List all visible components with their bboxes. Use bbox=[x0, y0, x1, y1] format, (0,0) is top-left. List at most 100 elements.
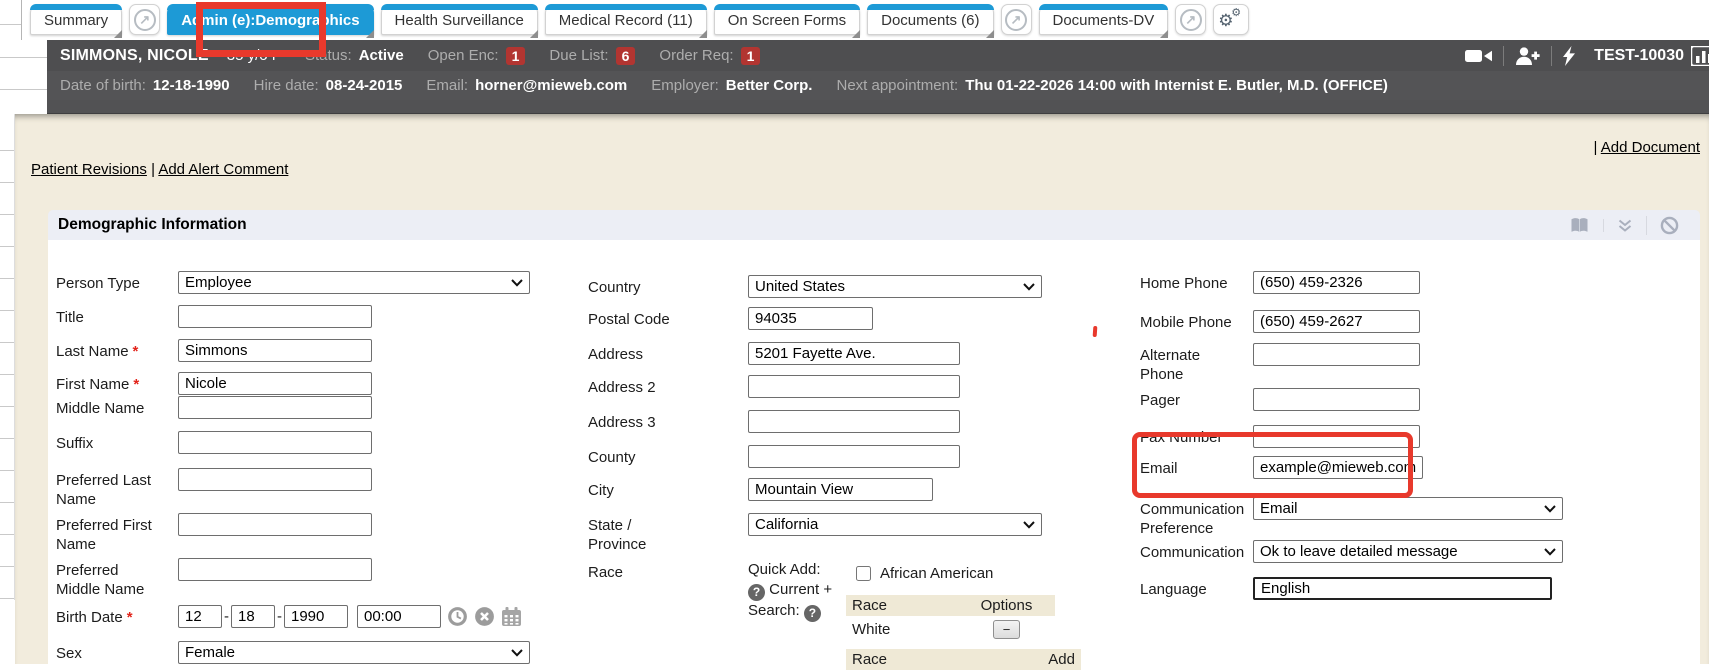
postal-code-input[interactable] bbox=[748, 307, 873, 330]
patient-age-sex: 35 y/o F bbox=[227, 47, 281, 64]
field-label: Fax Number bbox=[1140, 425, 1246, 447]
date-separator: - bbox=[224, 608, 229, 625]
preferred-last-name-input[interactable] bbox=[178, 468, 372, 491]
communication-preference-row: Communication Preference Email bbox=[1140, 497, 1563, 538]
title-input[interactable] bbox=[178, 305, 372, 328]
add-race-button[interactable]: Add bbox=[1048, 651, 1075, 668]
open-enc-label: Open Enc: bbox=[428, 47, 499, 64]
due-list-label: Due List: bbox=[549, 47, 608, 64]
preferred-middle-name-row: Preferred Middle Name bbox=[56, 558, 372, 599]
tab-label: Documents (6) bbox=[881, 12, 979, 29]
flowsheet-chart-icon[interactable] bbox=[1691, 46, 1709, 66]
communication-select[interactable]: Ok to leave detailed message bbox=[1253, 540, 1563, 563]
preferred-first-name-input[interactable] bbox=[178, 513, 372, 536]
last-name-input[interactable] bbox=[178, 339, 372, 362]
birth-year-input[interactable] bbox=[284, 605, 348, 628]
collapse-panel-icon[interactable] bbox=[1603, 219, 1646, 232]
calendar-icon[interactable] bbox=[501, 607, 522, 627]
help-icon[interactable]: ? bbox=[804, 605, 821, 622]
sex-select[interactable]: Female bbox=[178, 641, 530, 664]
clock-icon[interactable] bbox=[447, 606, 468, 627]
race-column-header: Race bbox=[846, 597, 958, 614]
mobile-phone-input[interactable] bbox=[1253, 310, 1420, 333]
middle-name-input[interactable] bbox=[178, 396, 372, 419]
mobile-phone-row: Mobile Phone bbox=[1140, 310, 1420, 333]
field-label: Preferred First Name bbox=[56, 513, 164, 554]
birth-month-input[interactable] bbox=[178, 605, 222, 628]
preferred-middle-name-input[interactable] bbox=[178, 558, 372, 581]
home-phone-input[interactable] bbox=[1253, 271, 1420, 294]
summary-external-chip[interactable]: ↗ bbox=[129, 4, 160, 35]
required-asterisk: * bbox=[127, 609, 133, 626]
pipe-separator: | bbox=[151, 161, 155, 178]
video-camera-icon[interactable] bbox=[1465, 48, 1492, 64]
home-phone-row: Home Phone bbox=[1140, 271, 1420, 294]
order-req-label: Order Req: bbox=[659, 47, 733, 64]
disable-panel-icon[interactable] bbox=[1646, 216, 1692, 235]
communication-preference-select[interactable]: Email bbox=[1253, 497, 1563, 520]
tab-documents[interactable]: Documents (6) bbox=[867, 4, 993, 35]
race-value: White bbox=[846, 621, 958, 638]
field-label: Preferred Middle Name bbox=[56, 558, 164, 599]
suffix-input[interactable] bbox=[178, 431, 372, 454]
race-quick-add-block: Quick Add: ? Current + Search: ? bbox=[748, 560, 836, 622]
lightning-icon[interactable] bbox=[1563, 46, 1576, 66]
fax-number-input[interactable] bbox=[1253, 425, 1420, 448]
address2-input[interactable] bbox=[748, 375, 960, 398]
person-type-select[interactable]: Employee bbox=[178, 271, 530, 294]
email-input[interactable] bbox=[1253, 456, 1423, 479]
address-input[interactable] bbox=[748, 342, 960, 365]
add-alert-comment-link[interactable]: Add Alert Comment bbox=[158, 161, 288, 178]
print-chart-icon[interactable] bbox=[1556, 217, 1603, 234]
city-input[interactable] bbox=[748, 478, 933, 501]
header-bar-filler bbox=[47, 100, 1709, 114]
tab-health-surveillance[interactable]: Health Surveillance bbox=[381, 4, 538, 35]
tab-settings-button[interactable]: ⚙⚙ bbox=[1213, 4, 1249, 35]
city-row: City bbox=[588, 478, 933, 501]
tab-admin-demographics[interactable]: Admin (e):Demographics bbox=[167, 4, 373, 35]
birth-day-input[interactable] bbox=[231, 605, 275, 628]
african-american-checkbox[interactable] bbox=[856, 566, 871, 581]
language-input[interactable] bbox=[1253, 577, 1552, 600]
add-document-link[interactable]: Add Document bbox=[1601, 139, 1700, 156]
tab-summary[interactable]: Summary bbox=[30, 4, 122, 35]
patient-revisions-link[interactable]: Patient Revisions bbox=[31, 161, 147, 178]
divider bbox=[1551, 46, 1552, 66]
help-icon[interactable]: ? bbox=[748, 584, 765, 601]
tab-label: On Screen Forms bbox=[728, 12, 846, 29]
pager-input[interactable] bbox=[1253, 388, 1420, 411]
tab-medical-record[interactable]: Medical Record (11) bbox=[545, 4, 707, 35]
alternate-phone-input[interactable] bbox=[1253, 343, 1420, 366]
address3-input[interactable] bbox=[748, 410, 960, 433]
email-label: Email: bbox=[426, 77, 468, 94]
race-checkbox-row[interactable]: African American bbox=[856, 565, 1091, 582]
communication-row: Communication Ok to leave detailed messa… bbox=[1140, 540, 1563, 563]
birth-date-row: Birth Date* - - bbox=[56, 605, 522, 628]
county-row: County bbox=[588, 445, 960, 468]
due-list-badge[interactable]: 6 bbox=[616, 47, 636, 65]
patient-header-bar: SIMMONS, NICOLE 35 y/o F Status: Active … bbox=[47, 40, 1709, 71]
add-person-icon[interactable] bbox=[1515, 47, 1540, 65]
documents-dv-external-chip[interactable]: ↗ bbox=[1175, 4, 1206, 35]
remove-race-button[interactable]: − bbox=[993, 620, 1020, 639]
county-input[interactable] bbox=[748, 445, 960, 468]
open-enc-badge[interactable]: 1 bbox=[506, 47, 526, 65]
tab-documents-dv[interactable]: Documents-DV bbox=[1039, 4, 1169, 35]
chevron-down-icon bbox=[511, 279, 523, 287]
status-value: Active bbox=[359, 47, 404, 64]
documents-external-chip[interactable]: ↗ bbox=[1001, 4, 1032, 35]
first-name-input[interactable] bbox=[178, 372, 372, 395]
state-province-select[interactable]: California bbox=[748, 513, 1042, 536]
hire-date-value: 08-24-2015 bbox=[326, 77, 403, 94]
external-link-icon: ↗ bbox=[1180, 9, 1202, 31]
chevron-down-icon bbox=[1544, 505, 1556, 513]
clear-date-icon[interactable] bbox=[474, 606, 495, 627]
tab-on-screen-forms[interactable]: On Screen Forms bbox=[714, 4, 860, 35]
country-select[interactable]: United States bbox=[748, 275, 1042, 298]
external-link-icon: ↗ bbox=[134, 9, 156, 31]
email-value: horner@mieweb.com bbox=[475, 77, 627, 94]
birth-time-input[interactable] bbox=[357, 605, 441, 628]
tab-label: Documents-DV bbox=[1053, 12, 1155, 29]
order-req-badge[interactable]: 1 bbox=[741, 47, 761, 65]
patient-name: SIMMONS, NICOLE bbox=[60, 47, 209, 65]
